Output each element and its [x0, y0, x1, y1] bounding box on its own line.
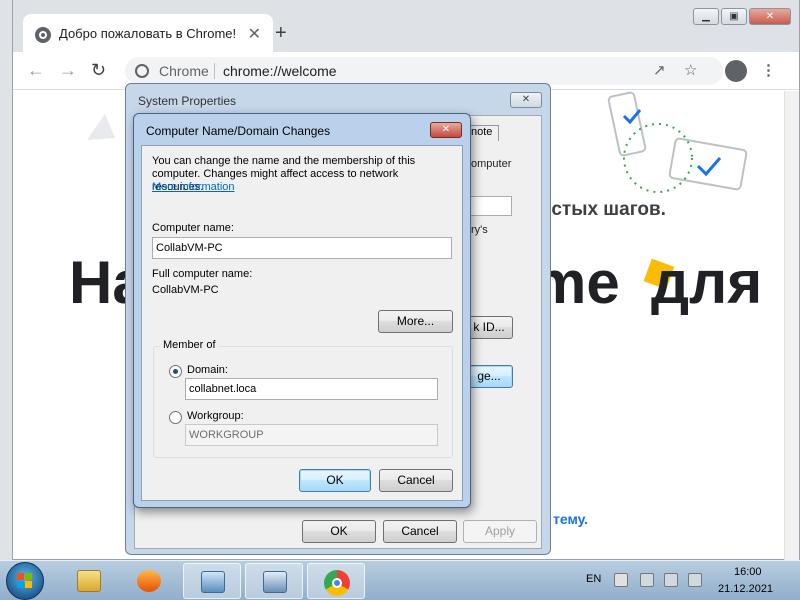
- display-icon[interactable]: [664, 573, 678, 587]
- volume-muted-icon[interactable]: [688, 573, 702, 587]
- start-button[interactable]: [6, 562, 44, 600]
- share-icon[interactable]: ↗: [653, 61, 666, 79]
- hero-heading-right-2: для: [651, 249, 763, 316]
- computer-name-cancel-button[interactable]: Cancel: [379, 469, 453, 492]
- chrome-favicon-icon: [35, 27, 51, 43]
- more-information-link[interactable]: More information: [152, 181, 235, 193]
- close-window-button[interactable]: ✕: [749, 8, 791, 25]
- profile-avatar-icon[interactable]: [725, 60, 747, 82]
- computer-name-ok-button[interactable]: OK: [299, 469, 371, 492]
- bookmark-star-icon[interactable]: ☆: [684, 61, 697, 79]
- site-info-icon[interactable]: [135, 64, 149, 78]
- action-center-icon[interactable]: [614, 573, 628, 587]
- taskbar-media-player[interactable]: [120, 563, 178, 599]
- page-scrollbar[interactable]: [784, 91, 799, 560]
- tab-remote-fragment[interactable]: note: [467, 125, 499, 141]
- minimize-button[interactable]: ▁: [693, 8, 719, 25]
- system-properties-title: System Properties: [138, 94, 237, 108]
- member-of-legend: Member of: [160, 339, 219, 351]
- system-properties-icon: [201, 571, 225, 593]
- folder-icon: [77, 570, 101, 592]
- system-properties-close-button[interactable]: ✕: [510, 92, 542, 108]
- reload-icon[interactable]: ↻: [91, 60, 106, 81]
- back-arrow-icon[interactable]: ←: [27, 60, 45, 81]
- network-icon[interactable]: [640, 573, 654, 587]
- computer-name-label: Computer name:: [152, 222, 234, 234]
- workgroup-radio[interactable]: [169, 411, 182, 424]
- description-field-fragment[interactable]: [470, 196, 512, 216]
- taskbar-explorer[interactable]: [60, 563, 118, 599]
- system-properties-apply-button[interactable]: Apply: [463, 520, 537, 543]
- clock-time[interactable]: 16:00: [734, 566, 762, 578]
- maximize-button[interactable]: ▣: [721, 8, 747, 25]
- taskbar: EN 16:00 21.12.2021: [0, 560, 800, 600]
- bottom-link-fragment[interactable]: тему.: [553, 511, 588, 527]
- language-indicator[interactable]: EN: [586, 573, 601, 585]
- computer-name-dialog-body: You can change the name and the membersh…: [141, 145, 463, 501]
- chrome-icon-center: [332, 578, 342, 588]
- windows-logo-icon: [17, 573, 33, 589]
- computer-name-field[interactable]: CollabVM-PC: [152, 237, 452, 259]
- menu-kebab-icon[interactable]: ⋮: [761, 61, 776, 79]
- description-fragment: omputer: [471, 158, 512, 170]
- checklist-illustration: [607, 91, 748, 193]
- domain-field[interactable]: collabnet.loca: [185, 378, 438, 400]
- computer-name-dialog-close-button[interactable]: ✕: [430, 122, 462, 138]
- taskbar-system[interactable]: [183, 563, 241, 599]
- omnibox-url[interactable]: chrome://welcome: [223, 63, 337, 79]
- computer-name-dialog: Computer Name/Domain Changes ✕ You can c…: [133, 113, 471, 508]
- workgroup-field[interactable]: WORKGROUP: [185, 424, 438, 446]
- tab-title: Добро пожаловать в Chrome!: [59, 26, 237, 41]
- omnibox-site-label: Chrome: [159, 63, 209, 79]
- change-button[interactable]: ge...: [465, 365, 513, 388]
- system-properties-ok-button[interactable]: OK: [302, 520, 376, 543]
- media-player-icon: [137, 570, 161, 592]
- full-computer-name-value: CollabVM-PC: [152, 284, 219, 296]
- example-text-fragment: ry's: [471, 224, 488, 236]
- domain-radio[interactable]: [169, 365, 182, 378]
- tab-welcome[interactable]: Добро пожаловать в Chrome! ✕: [23, 14, 273, 52]
- triangle-decoration-icon: [87, 114, 115, 140]
- more-button[interactable]: More...: [378, 310, 453, 333]
- taskbar-chrome[interactable]: [307, 563, 365, 599]
- workgroup-label: Workgroup:: [187, 410, 244, 422]
- network-id-button[interactable]: k ID...: [465, 316, 513, 339]
- new-tab-button[interactable]: +: [275, 22, 287, 45]
- omnibox[interactable]: Chrome chrome://welcome: [125, 57, 723, 85]
- computer-icon: [263, 571, 287, 593]
- full-computer-name-label: Full computer name:: [152, 268, 253, 280]
- omnibox-separator: [214, 63, 215, 79]
- computer-name-dialog-title: Computer Name/Domain Changes: [146, 124, 331, 138]
- tab-close-icon[interactable]: ✕: [248, 24, 261, 44]
- clock-date[interactable]: 21.12.2021: [718, 583, 773, 595]
- forward-arrow-icon[interactable]: →: [59, 60, 77, 81]
- domain-label: Domain:: [187, 364, 228, 376]
- system-properties-cancel-button[interactable]: Cancel: [383, 520, 457, 543]
- tab-strip: Добро пожаловать в Chrome! ✕ + ▁ ▣ ✕: [13, 0, 799, 52]
- hero-subtitle-fragment: остых шагов.: [540, 199, 666, 220]
- taskbar-control-panel[interactable]: [245, 563, 303, 599]
- window-controls: ▁ ▣ ✕: [693, 8, 791, 25]
- member-of-group: Member of Domain: collabnet.loca Workgro…: [153, 339, 453, 458]
